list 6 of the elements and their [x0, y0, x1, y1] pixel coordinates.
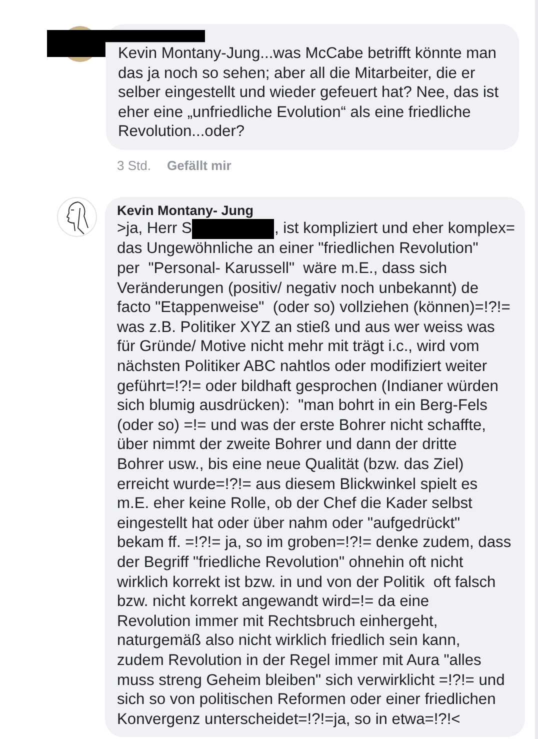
comment-text: das Ungewöhnliche an einer "friedlichen Revolution" per "Personal- Karussell" wäre m.E., dass sich Veränderungen (positiv/ negativ noch unbekannt) de facto "Etappenweise" (oder so) vollziehen (können)=!?!= was z.B. Politiker XYZ an stieß und aus wer weiss was für Gründe/ Motive nicht mehr mit trägt i.c., wird vom nächsten Politiker ABC nahtlos oder modifiziert weiter geführt=!?!= oder bildhaft gesprochen (Indianer würden sich blumig ausdrücken): "man bohrt in ein Berg-Fels (oder so) =!= und was der erste Bohrer nicht schaffte, über nimmt der zweite Bohrer und dann der dritte Bohrer usw., bis eine neue Qualität (bzw. das Ziel) erreicht wurde=!?!= aus diesem Blickwinkel spielt es m.E. eher keine Rolle, ob der Chef die Kader selbst eingestellt hat oder über nahm oder "aufgedrückt" bekam ff. =!?!= ja, so im groben=!?!= denke zudem, dass der Begriff "friedliche Revolution" ohnehin oft nicht wirklich korrekt ist bzw. in und von der Politik oft falsch bzw. nicht korrekt angewandt wird=!= da eine Revolution immer mit Rechtsbruch einhergeht, naturgemäß also nicht wirklich friedlich sein kann, zudem Revolution in der Regel immer mit Aura "alles muss streng Geheim bleiben" sich verwirklicht =!?!= und sich so von politischen Reformen oder einer friedlichen Konvergenz unterscheidet=!?!=ja, so in etwa=!?!<: [117, 239, 512, 730]
author-name[interactable]: Kevin Montany- Jung: [117, 203, 515, 220]
comment-text: Kevin Montany-Jung...was McCabe betrifft könnte man das ja noch so sehen; aber all die Mitarbeiter, die er selber eingestellt und wieder gefeuert hat? Nee, das ist eher eine „unfriedliche Evolution“ als eine friedliche Revolution...oder?: [118, 44, 500, 142]
comment-text: , ist kompliziert und eher komplex=: [274, 219, 515, 240]
timestamp: 3 Std.: [117, 156, 151, 175]
comment-text: >ja, Herr S: [117, 219, 192, 240]
